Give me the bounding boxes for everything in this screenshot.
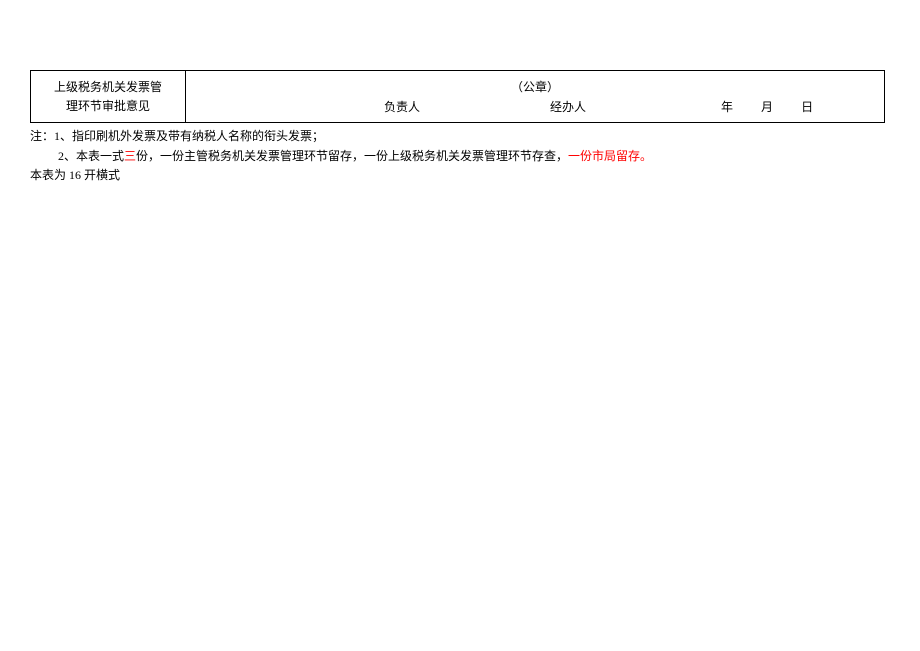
signature-row: 负责人 经办人 年 月 日 — [194, 98, 876, 115]
format-text: 本表为 16 开横式 — [30, 166, 890, 183]
row-label-line2: 理环节审批意见 — [41, 97, 175, 116]
note1-text: 1、指印刷机外发票及带有纳税人名称的衔头发票； — [54, 129, 324, 143]
notes-section: 注：1、指印刷机外发票及带有纳税人名称的衔头发票； 2、本表一式三份，一份主管税… — [30, 127, 885, 165]
note2-part2: 份，一份主管税务机关发票管理环节留存，一份上级税务机关发票管理环节存查， — [136, 149, 568, 163]
date-fields: 年月日 — [721, 98, 813, 115]
note2-part1: 2、本表一式 — [58, 149, 124, 163]
handler-label: 经办人 — [550, 98, 586, 115]
person-in-charge-label: 负责人 — [384, 98, 420, 115]
note2-red2: 一份市局留存。 — [568, 149, 652, 163]
content-cell: （公章） 负责人 经办人 年 月 日 — [186, 71, 885, 123]
seal-text: （公章） — [194, 78, 876, 95]
note-prefix: 注： — [30, 129, 54, 143]
day-label: 日 — [801, 100, 813, 114]
note-line-1: 注：1、指印刷机外发票及带有纳税人名称的衔头发票； — [30, 127, 885, 146]
month-label: 月 — [761, 100, 773, 114]
table-row: 上级税务机关发票管 理环节审批意见 （公章） 负责人 经办人 年 月 日 — [31, 71, 885, 123]
row-label-cell: 上级税务机关发票管 理环节审批意见 — [31, 71, 186, 123]
note2-red1: 三 — [124, 149, 136, 163]
year-label: 年 — [721, 100, 733, 114]
approval-table: 上级税务机关发票管 理环节审批意见 （公章） 负责人 经办人 年 月 日 — [30, 70, 885, 123]
note-line-2: 2、本表一式三份，一份主管税务机关发票管理环节留存，一份上级税务机关发票管理环节… — [30, 147, 885, 166]
row-label-line1: 上级税务机关发票管 — [41, 78, 175, 97]
